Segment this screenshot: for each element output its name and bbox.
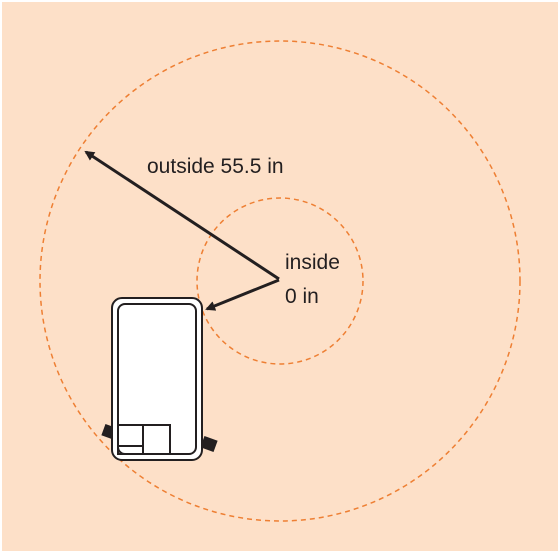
diagram-background — [2, 2, 558, 551]
vehicle-body-inner — [117, 303, 197, 455]
vehicle-icon — [101, 297, 218, 461]
inner-radius-label-line1: inside — [285, 251, 340, 274]
outer-radius-label: outside 55.5 in — [147, 155, 284, 178]
turning-radius-diagram: outside 55.5 in inside 0 in — [0, 0, 560, 553]
inner-radius-label-line2: 0 in — [285, 285, 319, 308]
